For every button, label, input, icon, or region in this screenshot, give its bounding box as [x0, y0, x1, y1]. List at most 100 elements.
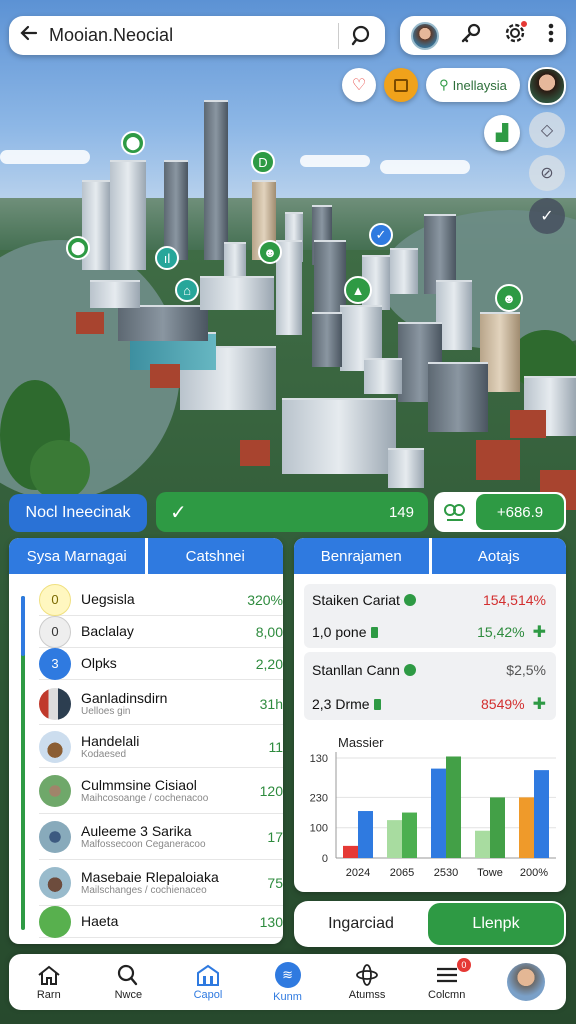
- chart-tool-icon[interactable]: ▟: [484, 115, 520, 151]
- chart-bar: [343, 845, 358, 858]
- item-value: 2,20: [255, 655, 283, 672]
- nav-item-layers[interactable]: ≋ Kunm: [248, 961, 328, 1003]
- search-title[interactable]: Mooian.Neocial: [49, 25, 338, 46]
- item-value: 75: [267, 874, 283, 891]
- location-chip[interactable]: ⚲ Inellaysia: [426, 68, 520, 102]
- list-item[interactable]: Handelali Kodaesed 11: [39, 726, 283, 768]
- location-pin-icon: ⚲: [439, 77, 449, 92]
- home-icon: [38, 965, 60, 985]
- stat-line2: 1,0 pone: [312, 624, 367, 640]
- profile-avatar[interactable]: [528, 67, 566, 105]
- item-text: Auleeme 3 Sarika Malfossecoon Ceganeracoo: [71, 823, 235, 851]
- map-pin-icon[interactable]: ⬤: [121, 131, 145, 155]
- nav-label: Atumss: [348, 988, 386, 1001]
- map-pin-icon[interactable]: ▲: [344, 276, 372, 304]
- status-dot-icon: [403, 664, 416, 676]
- chart-bar: [431, 768, 446, 858]
- tab-details[interactable]: Aotajs: [428, 538, 566, 574]
- stat-card[interactable]: Stanllan Cann $2,5% 2,3 Drme 8549% ✚: [304, 652, 556, 720]
- plus-icon: ✚: [532, 696, 546, 713]
- item-name: Culmmsine Cisiaol: [81, 776, 197, 793]
- tag-icon[interactable]: ◇: [529, 112, 565, 148]
- tab-system-management[interactable]: Sysa Marnagai: [9, 538, 145, 574]
- user-avatar[interactable]: [410, 21, 439, 50]
- action-buttons: Ingarciad Llenpk: [294, 901, 566, 947]
- key-icon[interactable]: [460, 22, 482, 49]
- y-tick-label: 0: [322, 853, 328, 865]
- x-tick-label: 2065: [390, 867, 414, 879]
- item-name: Masebaie Rlepaloiaka: [81, 868, 219, 885]
- item-value: 8,00: [255, 623, 283, 640]
- list-item[interactable]: 3 Olpks 2,20: [39, 647, 283, 680]
- nav-item-home[interactable]: Rarn: [9, 964, 89, 1001]
- map-pin-icon[interactable]: ıl: [155, 246, 179, 270]
- nav-item-atoms[interactable]: Atumss: [327, 963, 407, 1001]
- map-pin-icon[interactable]: ☻: [258, 240, 282, 264]
- list-item[interactable]: 0 Uegsisla 320%: [39, 583, 283, 616]
- y-tick-label: 130: [310, 753, 328, 765]
- list-item[interactable]: Auleeme 3 Sarika Malfossecoon Ceganeracoo…: [39, 814, 283, 860]
- list-item[interactable]: Culmmsine Cisiaol Maihcosoange / cochenac…: [39, 768, 283, 814]
- chart-bar: [490, 797, 505, 858]
- search-icon[interactable]: [339, 25, 385, 47]
- item-subtitle: Kodaesed: [81, 748, 127, 760]
- item-text: Culmmsine Cisiaol Maihcosoange / cochenac…: [71, 777, 235, 805]
- heart-badge-icon: ♡: [351, 77, 367, 94]
- thumbnail: [39, 866, 71, 899]
- item-text: Haeta: [71, 913, 235, 929]
- mode-button[interactable]: Nocl Ineecinak: [9, 494, 147, 532]
- nav-item-profile[interactable]: [486, 963, 566, 1001]
- item-value: 17: [267, 828, 283, 845]
- heart-chip[interactable]: ♡: [342, 68, 376, 102]
- rank-badge: 0: [39, 583, 71, 616]
- check-icon[interactable]: ✓: [529, 198, 565, 234]
- item-text: Baclalay: [71, 623, 235, 639]
- battery-icon: [370, 626, 378, 638]
- group-value-button[interactable]: +686.9: [434, 492, 566, 532]
- chart-bar: [534, 770, 549, 858]
- map-pin-icon[interactable]: D: [251, 150, 275, 174]
- primary-button[interactable]: Llenpk: [428, 903, 564, 945]
- item-subtitle: Maihcosoange / cochenacoo: [81, 792, 209, 804]
- stat-card[interactable]: Staiken Cariat 154,514% 1,0 pone 15,42% …: [304, 584, 556, 648]
- map-pin-icon[interactable]: ☻: [495, 284, 523, 312]
- settings-icon[interactable]: [504, 20, 528, 49]
- item-value: 31h: [259, 695, 283, 712]
- rank-badge: 0: [39, 615, 71, 648]
- list-item[interactable]: Masebaie Rlepaloiaka Mailschanges / cochi…: [39, 860, 283, 906]
- map-pin-icon[interactable]: ✓: [369, 223, 393, 247]
- back-arrow-icon[interactable]: [9, 23, 49, 49]
- chart-bar: [387, 820, 402, 858]
- list-item[interactable]: 0 Baclalay 8,00: [39, 615, 283, 648]
- list-item[interactable]: Haeta 130: [39, 905, 283, 938]
- thumbnail: [39, 905, 71, 938]
- eraser-icon[interactable]: ⊘: [529, 155, 565, 191]
- map-pin-icon[interactable]: ⌂: [175, 278, 199, 302]
- item-name: Ganladinsdirn: [81, 689, 168, 706]
- item-name: Baclalay: [81, 623, 134, 640]
- nav-item-columns[interactable]: 0 Colcmn: [407, 957, 487, 1001]
- more-vert-icon[interactable]: [547, 22, 555, 49]
- tab-management[interactable]: Benrajamen: [294, 538, 429, 574]
- item-name: Haeta: [81, 913, 119, 930]
- x-tick-label: 200%: [520, 867, 548, 879]
- nav-item-capital[interactable]: Capol: [168, 964, 248, 1001]
- stat-title: Stanllan Cann: [312, 662, 400, 678]
- calendar-chip[interactable]: [384, 68, 418, 102]
- nav-label: Kunm: [273, 990, 302, 1003]
- progress-bar[interactable]: ✓ 149: [156, 492, 428, 532]
- search-bar[interactable]: Mooian.Neocial: [9, 16, 385, 55]
- list-item[interactable]: Ganladinsdirn Uelloes gin 31h: [39, 683, 283, 725]
- secondary-button[interactable]: Ingarciad: [294, 915, 428, 933]
- chart-bar: [358, 811, 373, 858]
- map-pin-icon[interactable]: ⬤: [66, 236, 90, 260]
- nav-label: Nwce: [114, 988, 143, 1001]
- y-tick-label: 230: [310, 792, 328, 804]
- tab-category[interactable]: Catshnei: [144, 538, 283, 574]
- stat-line2: 2,3 Drme: [312, 696, 370, 712]
- check-icon: ✓: [170, 501, 187, 524]
- calendar-icon: [394, 78, 408, 92]
- bar-chart: 0 100 230 130 2024 2065 2530 Towe 200%: [310, 752, 556, 879]
- chart-bar: [402, 812, 417, 858]
- nav-item-search[interactable]: Nwce: [89, 964, 169, 1001]
